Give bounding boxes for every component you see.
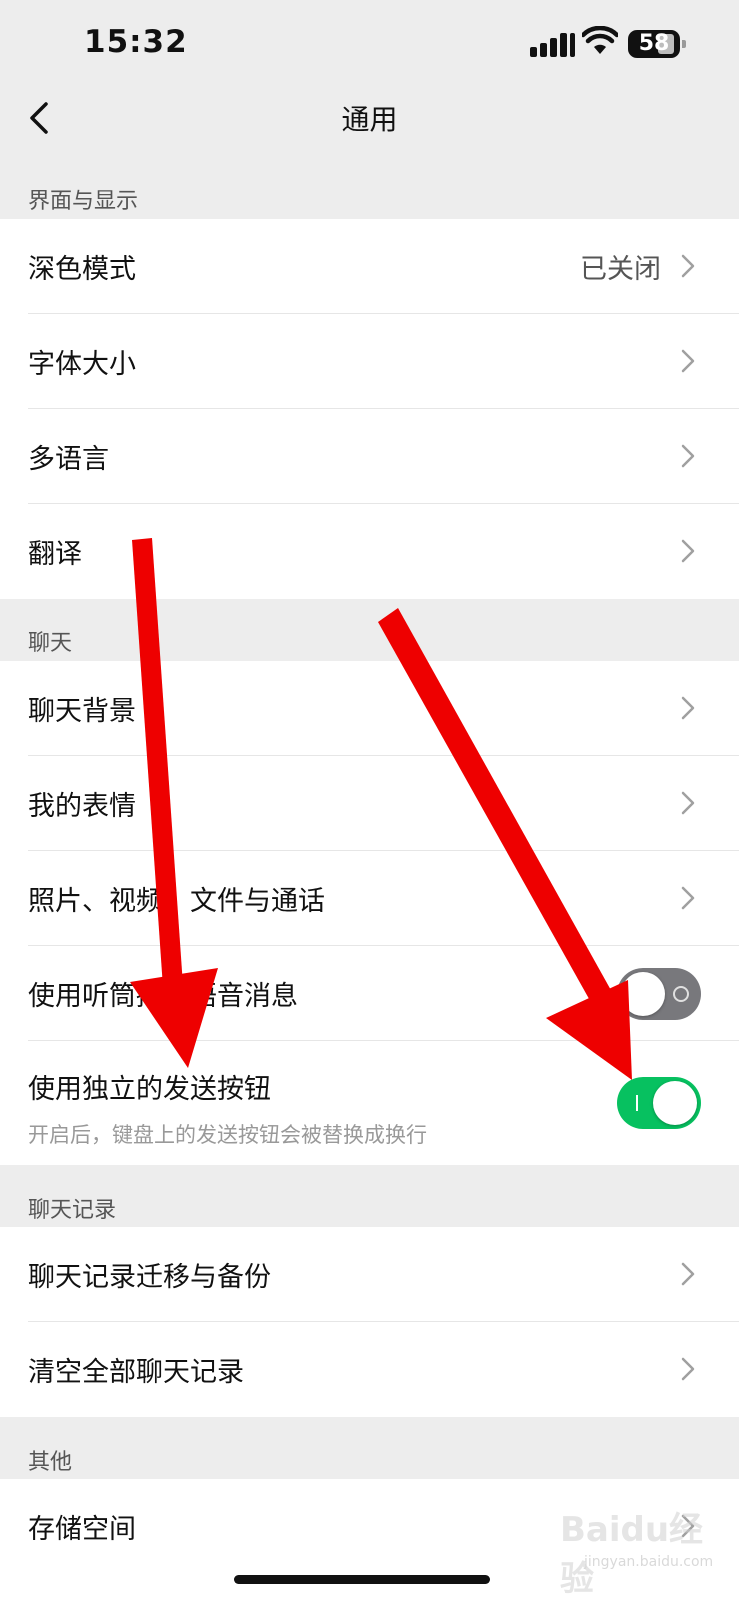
row-label: 翻译 (28, 539, 82, 570)
row-media-files-calls[interactable]: 照片、视频、文件与通话 (0, 851, 739, 946)
row-label: 多语言 (28, 444, 109, 475)
row-my-stickers[interactable]: 我的表情 (0, 756, 739, 851)
row-clear-history[interactable]: 清空全部聊天记录 (0, 1322, 739, 1417)
chevron-right-icon (681, 349, 695, 373)
page-title: 通用 (341, 103, 398, 136)
section-header-chat: 聊天 (28, 631, 73, 656)
send-button-toggle[interactable] (617, 1077, 701, 1129)
row-migrate-backup[interactable]: 聊天记录迁移与备份 (0, 1227, 739, 1322)
row-language[interactable]: 多语言 (0, 409, 739, 504)
chevron-right-icon (681, 1357, 695, 1381)
row-subtitle: 开启后，键盘上的发送按钮会被替换成换行 (28, 1123, 427, 1147)
section-header-display: 界面与显示 (28, 189, 139, 214)
row-earpiece-playback: 使用听筒播放语音消息 (0, 946, 739, 1041)
row-dark-mode[interactable]: 深色模式 已关闭 (0, 219, 739, 314)
chevron-right-icon (681, 791, 695, 815)
row-label: 使用听筒播放语音消息 (28, 981, 298, 1012)
watermark-text: Baidu经验 (560, 1510, 704, 1599)
row-font-size[interactable]: 字体大小 (0, 314, 739, 409)
home-indicator[interactable] (234, 1575, 490, 1584)
row-label: 我的表情 (28, 791, 136, 822)
group-display: 深色模式 已关闭 字体大小 多语言 翻译 (0, 219, 739, 599)
row-label: 聊天背景 (28, 696, 136, 727)
row-label: 使用独立的发送按钮 (28, 1074, 271, 1105)
row-label: 照片、视频、文件与通话 (28, 886, 325, 917)
signal-icon (530, 31, 575, 57)
baidu-watermark: Baidu经验 jingyan.baidu.com (558, 1498, 728, 1599)
battery-icon: 58 (628, 30, 686, 58)
row-label: 字体大小 (28, 349, 136, 380)
battery-level: 58 (638, 31, 670, 56)
group-chat-history: 聊天记录迁移与备份 清空全部聊天记录 (0, 1227, 739, 1417)
wifi-icon (582, 26, 618, 54)
row-label: 清空全部聊天记录 (28, 1357, 244, 1388)
group-chat: 聊天背景 我的表情 照片、视频、文件与通话 使用听筒播放语音消息 使用独立的发送… (0, 661, 739, 1165)
section-header-other: 其他 (28, 1450, 73, 1475)
earpiece-toggle[interactable] (617, 968, 701, 1020)
chevron-right-icon (681, 444, 695, 468)
row-separate-send-button: 使用独立的发送按钮 开启后，键盘上的发送按钮会被替换成换行 (0, 1041, 739, 1165)
row-value: 已关闭 (580, 254, 661, 285)
chevron-right-icon (681, 1262, 695, 1286)
status-time: 15:32 (84, 24, 188, 60)
status-bar: 15:32 58 (0, 0, 739, 88)
row-chat-background[interactable]: 聊天背景 (0, 661, 739, 756)
chevron-right-icon (681, 539, 695, 563)
row-translate[interactable]: 翻译 (0, 504, 739, 599)
section-header-chat-history: 聊天记录 (28, 1198, 117, 1223)
nav-bar: 通用 (0, 88, 739, 148)
watermark-subtext: jingyan.baidu.com (584, 1554, 714, 1570)
row-label: 聊天记录迁移与备份 (28, 1262, 271, 1293)
row-label: 深色模式 (28, 254, 136, 285)
row-label: 存储空间 (28, 1514, 136, 1545)
chevron-right-icon (681, 696, 695, 720)
chevron-right-icon (681, 886, 695, 910)
chevron-right-icon (681, 254, 695, 278)
